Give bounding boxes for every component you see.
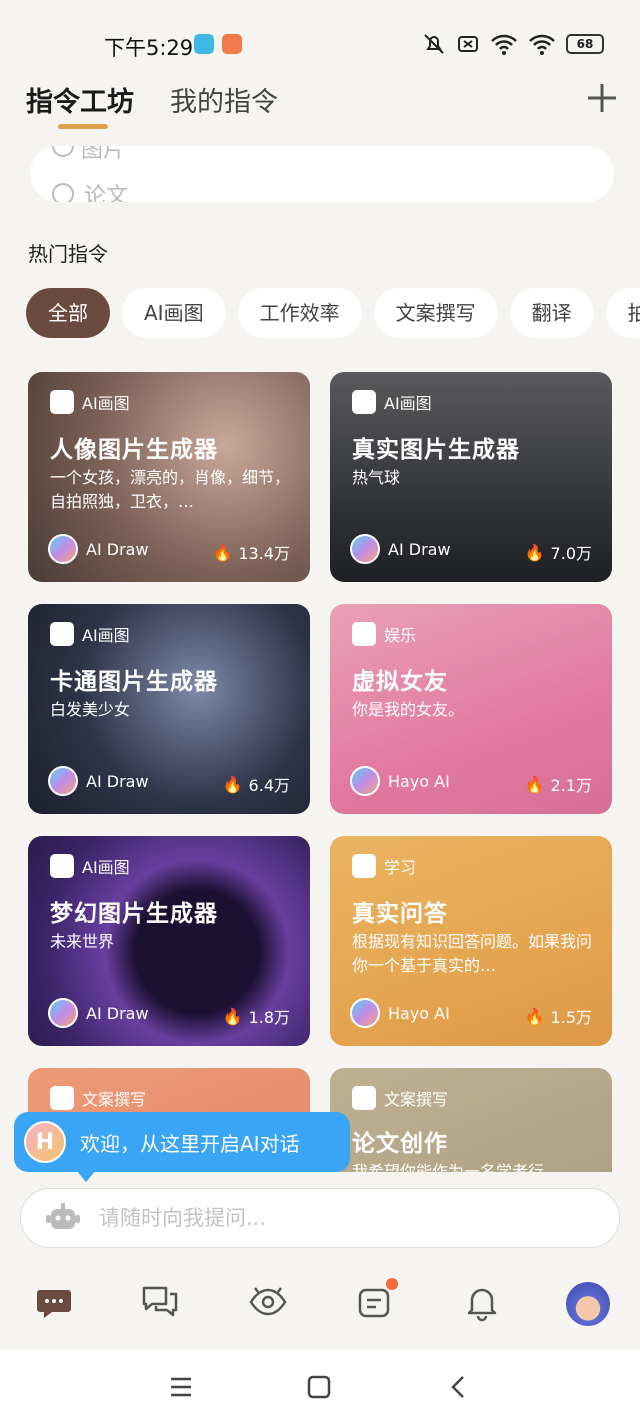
command-card[interactable]: AI画图 真实图片生成器 热气球 AI Draw 🔥 7.0万 <box>330 372 612 582</box>
chat-icon[interactable] <box>34 1282 74 1322</box>
star-icon <box>352 622 376 646</box>
card-title: 人像图片生成器 <box>50 437 218 463</box>
flame-icon: 🔥 <box>222 1006 243 1026</box>
filter-productivity[interactable]: 工作效率 <box>237 288 362 338</box>
command-card[interactable]: AI画图 梦幻图片生成器 未来世界 AI Draw 🔥 1.8万 <box>28 836 310 1046</box>
suggestion-item[interactable]: 论文 <box>52 178 128 202</box>
card-likes: 6.4万 <box>248 776 290 795</box>
notification-dot <box>386 1278 398 1290</box>
eye-icon[interactable] <box>248 1282 288 1322</box>
bottom-nav <box>0 1262 640 1350</box>
card-likes: 1.8万 <box>248 1008 290 1027</box>
image-icon <box>50 854 74 878</box>
filter-more[interactable]: 拍 <box>605 288 640 338</box>
card-author: Hayo AI <box>388 1003 450 1023</box>
card-desc: 你是我的女友。 <box>352 700 465 719</box>
author-avatar <box>350 998 380 1028</box>
card-desc: 我希望你能作为一名学者行 <box>352 1162 545 1172</box>
command-card[interactable]: 娱乐 虚拟女友 你是我的女友。 Hayo AI 🔥 2.1万 <box>330 604 612 814</box>
card-title: 梦幻图片生成器 <box>50 901 218 927</box>
author-avatar <box>48 534 78 564</box>
flame-icon: 🔥 <box>524 1006 545 1026</box>
bell-icon[interactable] <box>462 1282 502 1322</box>
author-avatar <box>350 534 380 564</box>
card-title: 虚拟女友 <box>352 669 448 695</box>
flame-icon: 🔥 <box>524 542 545 562</box>
section-title: 热门指令 <box>28 242 108 266</box>
search-suggestion-box[interactable]: 图片 论文 <box>30 146 614 202</box>
filter-all[interactable]: 全部 <box>26 288 110 338</box>
signal-icon <box>529 34 555 55</box>
filter-copywriting[interactable]: 文案撰写 <box>373 288 498 338</box>
card-title: 论文创作 <box>352 1131 448 1157</box>
card-likes: 1.5万 <box>550 1008 592 1027</box>
menu-icon[interactable] <box>168 1374 194 1400</box>
welcome-text: 欢迎，从这里开启AI对话 <box>80 1131 300 1156</box>
filter-translate[interactable]: 翻译 <box>509 288 594 338</box>
filter-bar: 全部 AI画图 工作效率 文案撰写 翻译拍 <box>26 288 640 338</box>
card-author: AI Draw <box>86 539 149 559</box>
chat-input[interactable] <box>99 1206 559 1230</box>
filter-ai-draw[interactable]: AI画图 <box>122 288 226 338</box>
pen-icon <box>50 1086 74 1110</box>
image-icon <box>352 390 376 414</box>
tab-active-indicator <box>58 124 108 129</box>
video-app-icon <box>222 34 242 54</box>
mute-icon <box>424 34 444 54</box>
card-title: 真实问答 <box>352 901 448 927</box>
chat-input-bar[interactable] <box>20 1188 620 1248</box>
command-card[interactable]: 学习 真实问答 根据现有知识回答问题。如果我问你一个基于真实的… Hayo AI… <box>330 836 612 1046</box>
pen-icon <box>352 1086 376 1110</box>
image-icon <box>50 390 74 414</box>
card-likes: 2.1万 <box>550 776 592 795</box>
hayo-logo: H <box>24 1121 66 1163</box>
card-author: AI Draw <box>388 539 451 559</box>
card-desc: 未来世界 <box>50 932 115 951</box>
command-card[interactable]: AI画图 人像图片生成器 一个女孩，漂亮的，肖像，细节，自拍照独，卫衣，… AI… <box>28 372 310 582</box>
card-author: AI Draw <box>86 1003 149 1023</box>
app-notification-icon <box>194 34 214 54</box>
card-author: AI Draw <box>86 771 149 791</box>
card-desc: 热气球 <box>352 468 401 487</box>
suggestion-item[interactable]: 图片 <box>52 146 125 164</box>
command-card[interactable]: 文案撰写 论文创作 我希望你能作为一名学者行 <box>330 1068 612 1172</box>
notes-button[interactable] <box>356 1278 398 1322</box>
card-likes: 13.4万 <box>238 544 290 563</box>
flame-icon: 🔥 <box>212 542 233 562</box>
robot-icon <box>46 1203 80 1229</box>
status-time: 下午5:29 <box>104 36 194 60</box>
home-icon[interactable] <box>306 1374 332 1400</box>
plus-icon[interactable] <box>584 80 620 116</box>
card-desc: 白发美少女 <box>50 700 131 719</box>
author-avatar <box>350 766 380 796</box>
status-bar: 下午5:29 68 <box>0 0 640 82</box>
messages-icon[interactable] <box>140 1282 180 1322</box>
avatar[interactable] <box>566 1282 610 1326</box>
book-icon <box>352 854 376 878</box>
card-title: 卡通图片生成器 <box>50 669 218 695</box>
image-icon <box>50 622 74 646</box>
flame-icon: 🔥 <box>222 774 243 794</box>
tab-my-commands[interactable]: 我的指令 <box>170 80 278 119</box>
card-likes: 7.0万 <box>550 544 592 563</box>
command-card[interactable]: AI画图 卡通图片生成器 白发美少女 AI Draw 🔥 6.4万 <box>28 604 310 814</box>
flame-icon: 🔥 <box>524 774 545 794</box>
wifi-icon <box>491 34 517 55</box>
search-icon <box>52 183 74 202</box>
tooltip-tail <box>76 1170 96 1182</box>
card-desc: 一个女孩，漂亮的，肖像，细节，自拍照独，卫衣，… <box>50 468 290 511</box>
battery-indicator: 68 <box>566 34 604 54</box>
card-title: 真实图片生成器 <box>352 437 520 463</box>
back-icon[interactable] <box>446 1374 472 1400</box>
welcome-tooltip: H 欢迎，从这里开启AI对话 <box>14 1112 350 1172</box>
author-avatar <box>48 998 78 1028</box>
system-nav-bar <box>0 1350 640 1422</box>
author-avatar <box>48 766 78 796</box>
search-icon <box>52 146 74 157</box>
card-author: Hayo AI <box>388 771 450 791</box>
no-sim-icon <box>458 36 478 52</box>
tab-command-workshop[interactable]: 指令工坊 <box>26 80 134 119</box>
card-desc: 根据现有知识回答问题。如果我问你一个基于真实的… <box>352 932 592 975</box>
